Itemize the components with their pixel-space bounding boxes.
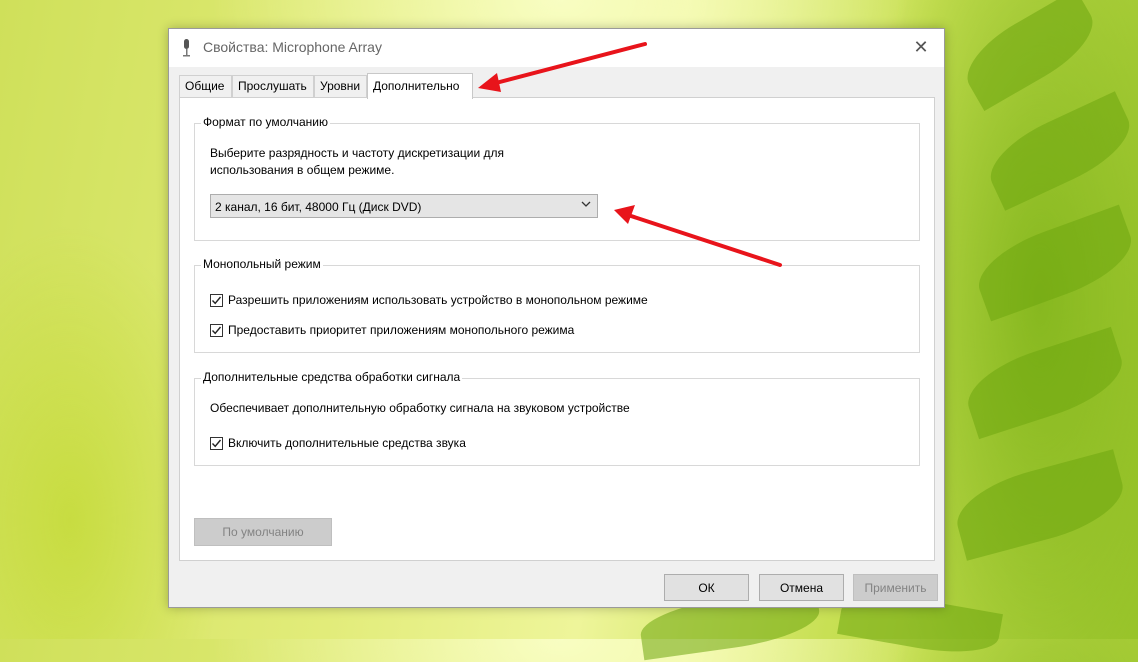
background-leaf xyxy=(948,449,1132,561)
give-priority-option[interactable]: Предоставить приоритет приложениям моноп… xyxy=(210,322,574,338)
give-priority-label: Предоставить приоритет приложениям моноп… xyxy=(228,323,575,337)
give-priority-checkbox[interactable] xyxy=(210,323,223,337)
signal-enhancements-legend: Дополнительные средства обработки сигнал… xyxy=(201,370,463,384)
checkmark-icon xyxy=(211,326,222,334)
allow-exclusive-control-option[interactable]: Разрешить приложениям использовать устро… xyxy=(210,292,648,308)
exclusive-mode-group: Монопольный режим Разрешить приложениям … xyxy=(194,257,920,353)
tab-panel-advanced: Формат по умолчанию Выберите разрядность… xyxy=(179,97,935,561)
close-button[interactable]: ✕ xyxy=(898,29,944,65)
default-format-legend: Формат по умолчанию xyxy=(201,115,330,129)
tab-advanced[interactable]: Дополнительно xyxy=(367,73,473,99)
tab-label: Дополнительно xyxy=(373,79,460,93)
apply-button[interactable]: Применить xyxy=(853,574,938,601)
ok-button[interactable]: ОК xyxy=(664,574,749,601)
signal-enhancements-group: Дополнительные средства обработки сигнал… xyxy=(194,370,920,466)
background-leaf xyxy=(954,0,1106,111)
tab-general[interactable]: Общие xyxy=(179,75,232,97)
signal-enhancements-description: Обеспечивает дополнительную обработку си… xyxy=(210,401,630,415)
tab-label: Уровни xyxy=(320,79,361,93)
default-format-description: Выберите разрядность и частоту дискретиз… xyxy=(210,145,504,179)
exclusive-mode-legend: Монопольный режим xyxy=(201,257,323,271)
enable-enhancements-checkbox[interactable] xyxy=(210,436,223,450)
chevron-down-icon xyxy=(581,201,591,207)
sample-format-value: 2 канал, 16 бит, 48000 Гц (Диск DVD) xyxy=(215,200,422,214)
microphone-icon xyxy=(183,39,190,57)
checkmark-icon xyxy=(211,296,222,304)
tab-levels[interactable]: Уровни xyxy=(314,75,367,97)
description-line: Выберите разрядность и частоту дискретиз… xyxy=(210,146,505,160)
default-format-group: Формат по умолчанию Выберите разрядность… xyxy=(194,115,920,241)
window-title: Свойства: Microphone Array xyxy=(203,39,382,55)
restore-defaults-button[interactable]: По умолчанию xyxy=(194,518,332,546)
tab-label: Общие xyxy=(185,79,225,93)
sample-format-dropdown[interactable]: 2 канал, 16 бит, 48000 Гц (Диск DVD) xyxy=(210,194,598,218)
title-bar: Свойства: Microphone Array ✕ xyxy=(169,29,944,67)
checkmark-icon xyxy=(211,439,222,447)
description-line: использования в общем режиме. xyxy=(210,163,395,177)
enable-audio-enhancements-option[interactable]: Включить дополнительные средства звука xyxy=(210,435,466,451)
allow-exclusive-checkbox[interactable] xyxy=(210,293,223,307)
background-leaf xyxy=(958,326,1132,440)
properties-dialog: Свойства: Microphone Array ✕ Общие Просл… xyxy=(168,28,945,608)
tab-label: Прослушать xyxy=(238,79,307,93)
close-icon: ✕ xyxy=(913,36,929,57)
cancel-button[interactable]: Отмена xyxy=(759,574,844,601)
allow-exclusive-label: Разрешить приложениям использовать устро… xyxy=(228,293,648,307)
background-leaf xyxy=(968,204,1138,322)
enable-enhancements-label: Включить дополнительные средства звука xyxy=(228,436,466,450)
tab-listen[interactable]: Прослушать xyxy=(232,75,314,97)
background-leaf xyxy=(978,91,1138,211)
